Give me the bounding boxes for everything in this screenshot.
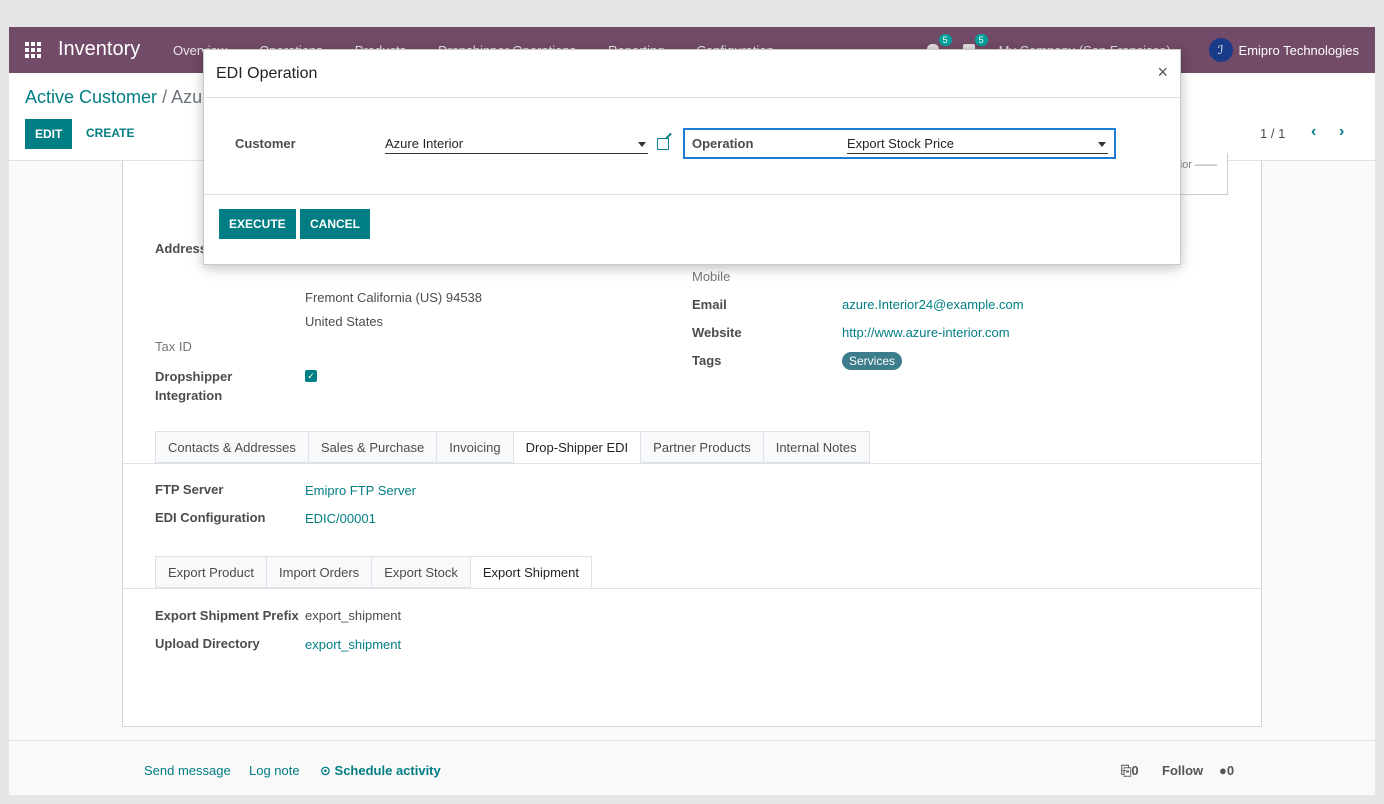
- followers-button[interactable]: ●0: [1219, 763, 1234, 778]
- edit-button[interactable]: EDIT: [25, 119, 73, 149]
- schedule-activity-label: Schedule activity: [334, 763, 441, 778]
- tax-id-label: Tax ID: [155, 339, 192, 354]
- followers-count: 0: [1226, 763, 1235, 778]
- operation-select[interactable]: Export Stock Price: [847, 134, 1108, 154]
- attachments-count: 0: [1131, 763, 1139, 778]
- operation-label: Operation: [692, 136, 754, 151]
- form-tabs: Contacts & Addresses Sales & Purchase In…: [155, 431, 870, 463]
- send-message-button[interactable]: Send message: [144, 763, 231, 778]
- user-icon: ●: [1219, 763, 1227, 778]
- close-icon[interactable]: ×: [1157, 62, 1168, 83]
- tag-badge[interactable]: Services: [842, 352, 903, 370]
- subtab-export-product[interactable]: Export Product: [155, 556, 266, 588]
- edi-subtabs: Export Product Import Orders Export Stoc…: [155, 556, 592, 588]
- export-shipment-prefix-value: export_shipment: [305, 608, 402, 623]
- dialog-title: EDI Operation: [216, 65, 318, 82]
- apps-grid-icon[interactable]: [25, 42, 41, 58]
- breadcrumb-parent[interactable]: Active Customer: [25, 87, 157, 107]
- pager-value[interactable]: 1 / 1: [1260, 126, 1285, 141]
- chatter-bar: Send message Log note ⊙ Schedule activit…: [9, 740, 1375, 795]
- tab-internal-notes[interactable]: Internal Notes: [762, 431, 870, 463]
- pager-next-icon[interactable]: ›: [1339, 123, 1344, 141]
- address-line-1: Fremont California (US) 94538: [305, 290, 483, 305]
- address-line-2: United States: [305, 314, 384, 329]
- email-value[interactable]: azure.Interior24@example.com: [842, 297, 1024, 312]
- subtabs-underline: [123, 588, 1261, 589]
- messages-badge: 5: [938, 34, 952, 46]
- activities-badge: 5: [974, 34, 988, 46]
- app-window: Inventory Overview Operations Products D…: [9, 27, 1375, 795]
- customer-select[interactable]: Azure Interior: [385, 134, 648, 154]
- website-label: Website: [692, 325, 742, 340]
- subtab-import-orders[interactable]: Import Orders: [266, 556, 372, 588]
- address-label: Address: [155, 241, 208, 256]
- mobile-label: Mobile: [692, 269, 731, 284]
- tabs-underline: [123, 463, 1261, 464]
- dialog-body: Customer Azure Interior Operation Export…: [204, 98, 1180, 195]
- website-value[interactable]: http://www.azure-interior.com: [842, 325, 1010, 340]
- upload-directory-value[interactable]: export_shipment: [305, 637, 401, 652]
- subtab-export-shipment[interactable]: Export Shipment: [469, 556, 592, 588]
- user-name: Emipro Technologies: [1238, 42, 1359, 58]
- breadcrumb-separator: /: [162, 87, 168, 107]
- edi-configuration-value[interactable]: EDIC/00001: [305, 511, 376, 526]
- tab-contacts-addresses[interactable]: Contacts & Addresses: [155, 431, 308, 463]
- log-note-button[interactable]: Log note: [249, 763, 300, 778]
- ftp-server-label: FTP Server: [155, 482, 224, 497]
- dialog-header: EDI Operation ×: [204, 50, 1180, 98]
- edi-operation-dialog: EDI Operation × Customer Azure Interior …: [203, 49, 1181, 265]
- cancel-button[interactable]: CANCEL: [300, 209, 370, 239]
- tab-sales-purchase[interactable]: Sales & Purchase: [307, 431, 437, 463]
- breadcrumb-current: Azu: [171, 87, 203, 107]
- dialog-footer: EXECUTE CANCEL: [204, 195, 1180, 265]
- external-link-icon[interactable]: [657, 138, 669, 150]
- chevron-down-icon: [638, 142, 646, 147]
- upload-directory-label: Upload Directory: [155, 636, 260, 651]
- follow-button[interactable]: Follow: [1162, 763, 1203, 778]
- pager-previous-icon[interactable]: ‹: [1311, 123, 1316, 141]
- tab-drop-shipper-edi[interactable]: Drop-Shipper EDI: [512, 431, 641, 463]
- dropshipper-checkbox[interactable]: ✓: [305, 370, 317, 382]
- email-label: Email: [692, 297, 727, 312]
- attachments-button[interactable]: ⎘0: [1121, 763, 1139, 779]
- customer-label: Customer: [235, 136, 296, 151]
- subtab-export-stock[interactable]: Export Stock: [371, 556, 470, 588]
- operation-value: Export Stock Price: [847, 136, 954, 151]
- tags-label: Tags: [692, 353, 722, 368]
- tab-partner-products[interactable]: Partner Products: [640, 431, 763, 463]
- user-menu[interactable]: ℐ Emipro Technologies: [1208, 38, 1359, 62]
- edi-configuration-label: EDI Configuration: [155, 510, 266, 525]
- ftp-server-value[interactable]: Emipro FTP Server: [305, 483, 416, 498]
- create-button[interactable]: CREATE: [86, 126, 134, 140]
- dropshipper-label-line-1: Dropshipper: [155, 369, 233, 384]
- paperclip-icon: ⎘: [1121, 763, 1132, 778]
- user-avatar-icon: ℐ: [1208, 38, 1233, 62]
- clock-icon: ⊙: [320, 763, 331, 778]
- export-shipment-prefix-label: Export Shipment Prefix: [155, 608, 299, 623]
- customer-value: Azure Interior: [385, 136, 464, 151]
- breadcrumb: Active Customer / Azu: [25, 87, 202, 108]
- tab-invoicing[interactable]: Invoicing: [436, 431, 513, 463]
- schedule-activity-button[interactable]: ⊙ Schedule activity: [320, 763, 441, 779]
- dropshipper-label-line-2: Integration: [155, 388, 223, 403]
- chevron-down-icon: [1098, 142, 1106, 147]
- execute-button[interactable]: EXECUTE: [219, 209, 296, 239]
- app-name[interactable]: Inventory: [58, 38, 140, 61]
